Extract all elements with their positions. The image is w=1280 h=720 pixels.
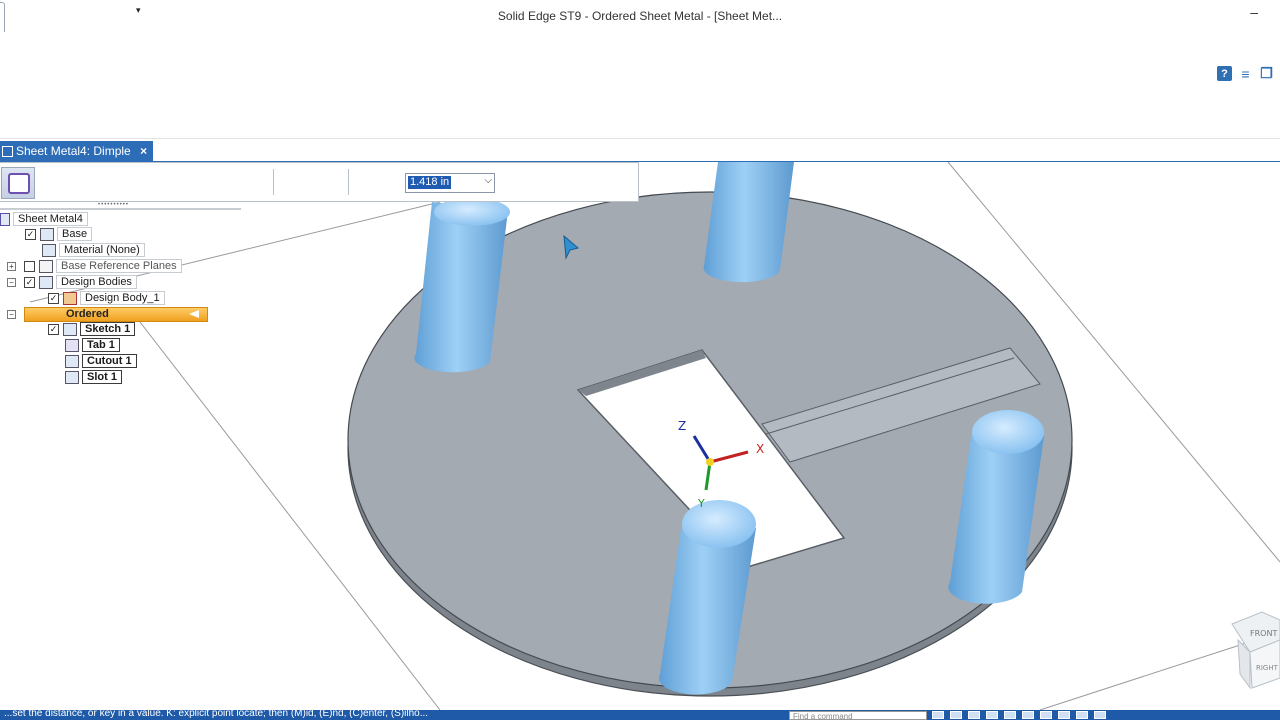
graphics-viewport[interactable]: Z X Y FRONT RIGHT xyxy=(0,162,1280,710)
view-cube[interactable]: FRONT RIGHT xyxy=(1231,611,1280,690)
sketch-icon xyxy=(63,322,77,336)
tree-item-root[interactable]: Sheet Metal4 xyxy=(0,212,88,226)
tree-item-label: Design Bodies xyxy=(56,275,137,289)
triad-y-label: Y xyxy=(697,497,705,510)
model-scene[interactable]: Z X Y FRONT RIGHT xyxy=(0,162,1280,710)
shading-icon[interactable] xyxy=(1076,711,1088,719)
tree-item-label: Base xyxy=(57,227,93,241)
tree-item-material[interactable]: Material (None) xyxy=(42,243,145,257)
slot-icon xyxy=(65,370,79,384)
document-tab-strip: Sheet Metal4: Dimple × xyxy=(0,141,1280,163)
tree-item-label: Tab 1 xyxy=(82,338,120,352)
part-icon xyxy=(0,212,10,226)
dimple-command-icon[interactable] xyxy=(1,167,35,199)
reference-plane-icon xyxy=(39,259,53,273)
tree-item-label: Base Reference Planes xyxy=(56,259,182,273)
expand-icon[interactable]: + xyxy=(7,261,16,271)
view-cube-front-label: FRONT xyxy=(1250,629,1277,638)
ribbon: ? ≡ ❐ xyxy=(0,32,1280,139)
tree-item-base[interactable]: ✓ Base xyxy=(25,227,93,241)
fit-view-icon[interactable] xyxy=(932,711,944,719)
chevron-down-icon[interactable]: ⌵ xyxy=(484,175,492,186)
coordinate-system-icon xyxy=(40,227,54,241)
rollback-flag-icon[interactable] xyxy=(189,310,199,318)
dimension-value-combobox[interactable]: 1.418 in ⌵ xyxy=(405,173,495,193)
pan-icon[interactable] xyxy=(986,711,998,719)
checkbox-icon[interactable] xyxy=(24,260,35,272)
section-view-icon[interactable] xyxy=(1058,711,1070,719)
window-title: Solid Edge ST9 - Ordered Sheet Metal - [… xyxy=(497,9,783,23)
tree-item-label: Sheet Metal4 xyxy=(13,212,88,226)
document-icon xyxy=(2,146,13,157)
tree-item-design-bodies[interactable]: − ✓ Design Bodies xyxy=(7,275,137,289)
collapse-icon[interactable]: − xyxy=(7,277,16,287)
tree-item-base-reference-planes[interactable]: + Base Reference Planes xyxy=(7,259,182,273)
boss-top-right[interactable] xyxy=(703,162,794,283)
design-body-icon xyxy=(63,291,77,305)
tree-item-slot-1[interactable]: Slot 1 xyxy=(65,370,122,384)
title-bar: ▾ Solid Edge ST9 - Ordered Sheet Metal -… xyxy=(0,0,1280,42)
find-command-input[interactable]: Find a command xyxy=(789,711,927,720)
document-tab[interactable]: Sheet Metal4: Dimple × xyxy=(0,141,154,161)
close-icon[interactable]: × xyxy=(140,144,147,158)
ordered-node-highlight[interactable]: − Ordered xyxy=(7,307,208,322)
checkbox-icon[interactable]: ✓ xyxy=(48,292,59,304)
tree-item-sketch-1[interactable]: ✓ Sketch 1 xyxy=(48,322,136,336)
triad-x-label: X xyxy=(756,442,764,456)
tab-feature-icon xyxy=(65,338,79,352)
visibility-icon[interactable] xyxy=(1094,711,1106,719)
collapse-icon[interactable]: − xyxy=(7,310,16,319)
triad-z-label: Z xyxy=(678,419,686,433)
tree-item-label: Cutout 1 xyxy=(82,354,137,368)
zoom-icon[interactable] xyxy=(968,711,980,719)
help-icon[interactable]: ? xyxy=(1217,66,1232,81)
command-bar: 1.418 in ⌵ xyxy=(0,162,639,202)
pathfinder-grip[interactable]: •••••••••• xyxy=(0,200,241,210)
cutout-icon xyxy=(65,354,79,368)
view-style-icon[interactable] xyxy=(1022,711,1034,719)
checkbox-icon[interactable]: ✓ xyxy=(25,228,36,240)
checkbox-icon[interactable]: ✓ xyxy=(24,276,35,288)
status-bar: ...set the distance, or key in a value. … xyxy=(0,710,1280,720)
checkbox-icon[interactable]: ✓ xyxy=(48,323,59,335)
zoom-area-icon[interactable] xyxy=(950,711,962,719)
tree-item-label: Material (None) xyxy=(59,243,145,257)
separator xyxy=(348,169,349,195)
tree-item-label: Sketch 1 xyxy=(80,322,136,336)
tree-item-design-body-1[interactable]: ✓ Design Body_1 xyxy=(48,291,165,305)
window-arrange-icon[interactable]: ❐ xyxy=(1259,65,1274,81)
separator xyxy=(273,169,274,195)
ribbon-options-icon[interactable]: ≡ xyxy=(1238,66,1253,82)
sketch-view-icon[interactable] xyxy=(1040,711,1052,719)
view-controls xyxy=(932,711,1106,719)
material-icon xyxy=(42,243,56,257)
minimize-button[interactable]: – xyxy=(1250,4,1258,20)
rotate-icon[interactable] xyxy=(1004,711,1016,719)
tree-item-label: Design Body_1 xyxy=(80,291,165,305)
design-bodies-icon xyxy=(39,275,53,289)
tree-item-tab-1[interactable]: Tab 1 xyxy=(65,338,120,352)
view-cube-right-label: RIGHT xyxy=(1256,664,1279,672)
dimension-value-input[interactable]: 1.418 in xyxy=(408,176,452,189)
ordered-label: Ordered xyxy=(66,308,109,320)
document-tab-label: Sheet Metal4: Dimple xyxy=(16,144,131,158)
help-buttons: ? ≡ ❐ xyxy=(1217,65,1274,82)
tree-item-label: Slot 1 xyxy=(82,370,122,384)
status-message: ...set the distance, or key in a value. … xyxy=(4,710,429,719)
tree-item-cutout-1[interactable]: Cutout 1 xyxy=(65,354,137,368)
